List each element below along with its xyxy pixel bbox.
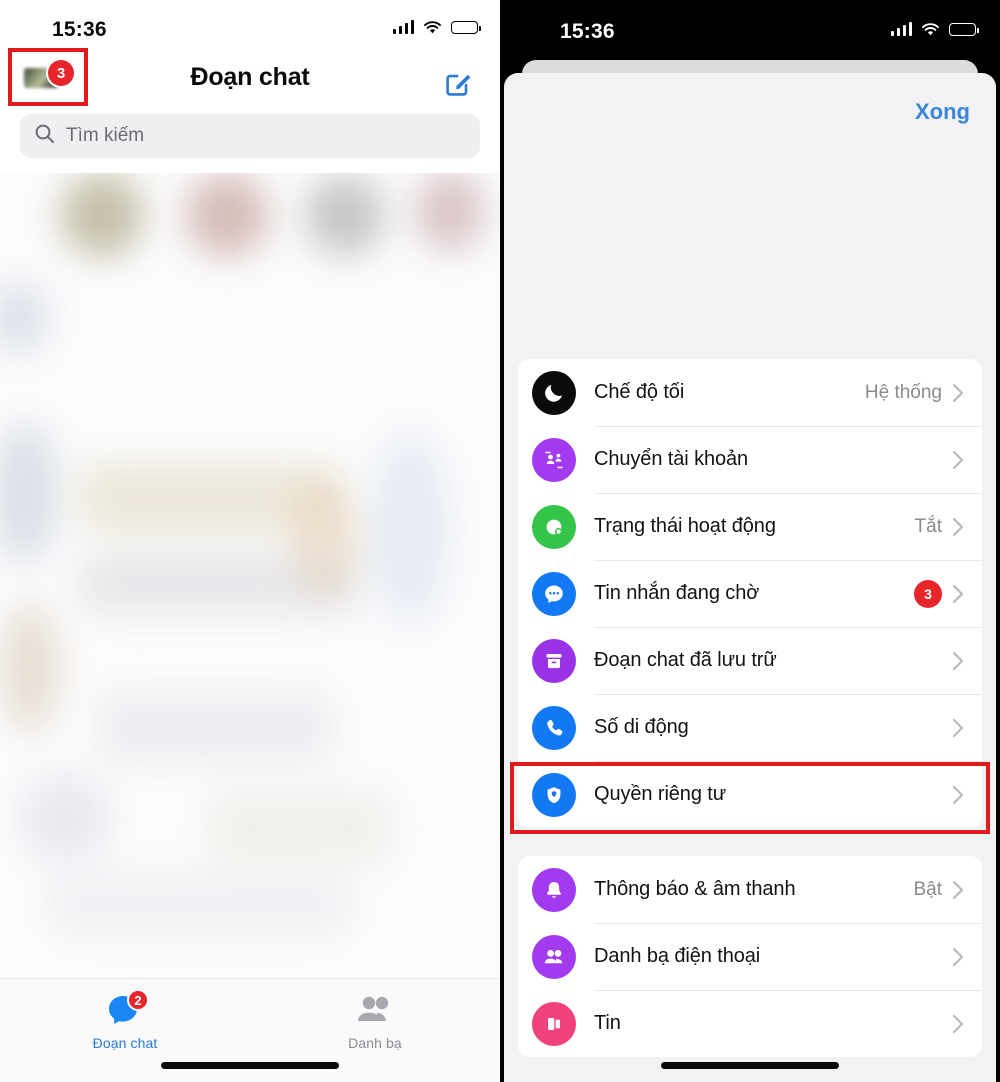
search-icon (34, 123, 55, 149)
search-input[interactable]: Tìm kiếm (20, 114, 480, 158)
archive-icon (532, 638, 576, 683)
chevron-right-icon (952, 517, 964, 537)
home-indicator (661, 1062, 839, 1069)
row-label: Chế độ tối (594, 381, 685, 403)
chevron-right-icon (952, 785, 964, 805)
sheet-header: Xong (504, 73, 996, 359)
settings-sheet: Xong Chế độ tối Hệ thống Chuyển tài khoả… (504, 73, 996, 1082)
stories-icon (532, 1001, 576, 1046)
switch-account-icon (532, 437, 576, 482)
row-value: Bật (913, 878, 942, 900)
row-notifications-sounds[interactable]: Thông báo & âm thanh Bật (518, 856, 982, 923)
tab-contacts-label: Danh bạ (348, 1035, 402, 1051)
row-archived-chats[interactable]: Đoạn chat đã lưu trữ (518, 627, 982, 694)
row-switch-account[interactable]: Chuyển tài khoản (518, 426, 982, 493)
row-label: Danh bạ điện thoại (594, 945, 761, 967)
page-title: Đoạn chat (190, 62, 310, 91)
status-indicators (392, 20, 481, 34)
chevron-right-icon (952, 450, 964, 470)
bell-icon (532, 867, 576, 912)
message-requests-icon (532, 571, 576, 616)
done-button[interactable]: Xong (915, 99, 970, 125)
moon-icon (532, 370, 576, 415)
wifi-icon (921, 22, 940, 36)
row-phone-contacts[interactable]: Danh bạ điện thoại (518, 923, 982, 990)
row-active-status[interactable]: Trạng thái hoạt động Tắt (518, 493, 982, 560)
row-phone-number[interactable]: Số di động (518, 694, 982, 761)
compose-icon[interactable] (444, 68, 474, 98)
chevron-right-icon (952, 383, 964, 403)
row-label: Trạng thái hoạt động (594, 515, 776, 537)
shield-icon (532, 772, 576, 817)
profile-avatar[interactable]: 3 (22, 60, 74, 94)
left-status-bar: 15:36 (0, 0, 500, 46)
right-status-bar: 15:36 (500, 0, 1000, 58)
active-status-icon (532, 504, 576, 549)
chevron-right-icon (952, 880, 964, 900)
blur-layer (0, 173, 500, 978)
row-label: Tin nhắn đang chờ (594, 582, 760, 604)
chevron-right-icon (952, 947, 964, 967)
row-label: Thông báo & âm thanh (594, 878, 796, 900)
row-label: Đoạn chat đã lưu trữ (594, 649, 777, 671)
profile-avatar-highlight: 3 (8, 48, 88, 106)
row-stories[interactable]: Tin (518, 990, 982, 1057)
row-label: Số di động (594, 716, 689, 738)
chevron-right-icon (952, 584, 964, 604)
chevron-right-icon (952, 651, 964, 671)
chats-tab-badge: 2 (127, 989, 149, 1011)
chevron-right-icon (952, 1014, 964, 1034)
bottom-tab-bar: 2 Đoạn chat Danh bạ (0, 978, 500, 1082)
avatar-badge: 3 (48, 60, 74, 86)
row-value: Hệ thống (864, 381, 942, 403)
right-phone-panel: 15:36 Xong Chế độ tối Hệ thống Chuyển tà… (500, 0, 1000, 1082)
row-value: Tắt (914, 515, 942, 537)
row-message-requests[interactable]: Tin nhắn đang chờ 3 (518, 560, 982, 627)
cellular-bars-icon (392, 20, 414, 34)
status-time: 15:36 (560, 20, 615, 43)
cellular-bars-icon (890, 22, 912, 36)
chat-bubble-icon: 2 (105, 989, 149, 1027)
contacts-icon (355, 993, 395, 1027)
search-placeholder: Tìm kiếm (66, 125, 145, 146)
battery-icon (451, 20, 481, 34)
tab-chats-label: Đoạn chat (92, 1035, 158, 1051)
row-privacy[interactable]: Quyền riêng tư (518, 761, 982, 828)
wifi-icon (423, 20, 442, 34)
status-time: 15:36 (52, 18, 107, 41)
row-dark-mode[interactable]: Chế độ tối Hệ thống (518, 359, 982, 426)
settings-group-2: Thông báo & âm thanh Bật Danh bạ điện th… (518, 856, 982, 1057)
blurred-chat-list (0, 173, 500, 978)
row-label: Chuyển tài khoản (594, 448, 749, 470)
phone-icon (532, 705, 576, 750)
settings-group-1: Chế độ tối Hệ thống Chuyển tài khoản Trạ… (518, 359, 982, 828)
chevron-right-icon (952, 718, 964, 738)
screenshot-root: 15:36 Đoạn chat 3 Tìm kiếm 2 Đoạn chat D… (0, 0, 1000, 1082)
contacts-icon (532, 934, 576, 979)
battery-icon (949, 22, 979, 36)
status-indicators (890, 22, 979, 36)
row-badge: 3 (914, 579, 942, 608)
left-phone-panel: 15:36 Đoạn chat 3 Tìm kiếm 2 Đoạn chat D… (0, 0, 500, 1082)
row-label: Quyền riêng tư (594, 783, 727, 805)
row-label: Tin (594, 1012, 621, 1034)
home-indicator (161, 1062, 339, 1069)
